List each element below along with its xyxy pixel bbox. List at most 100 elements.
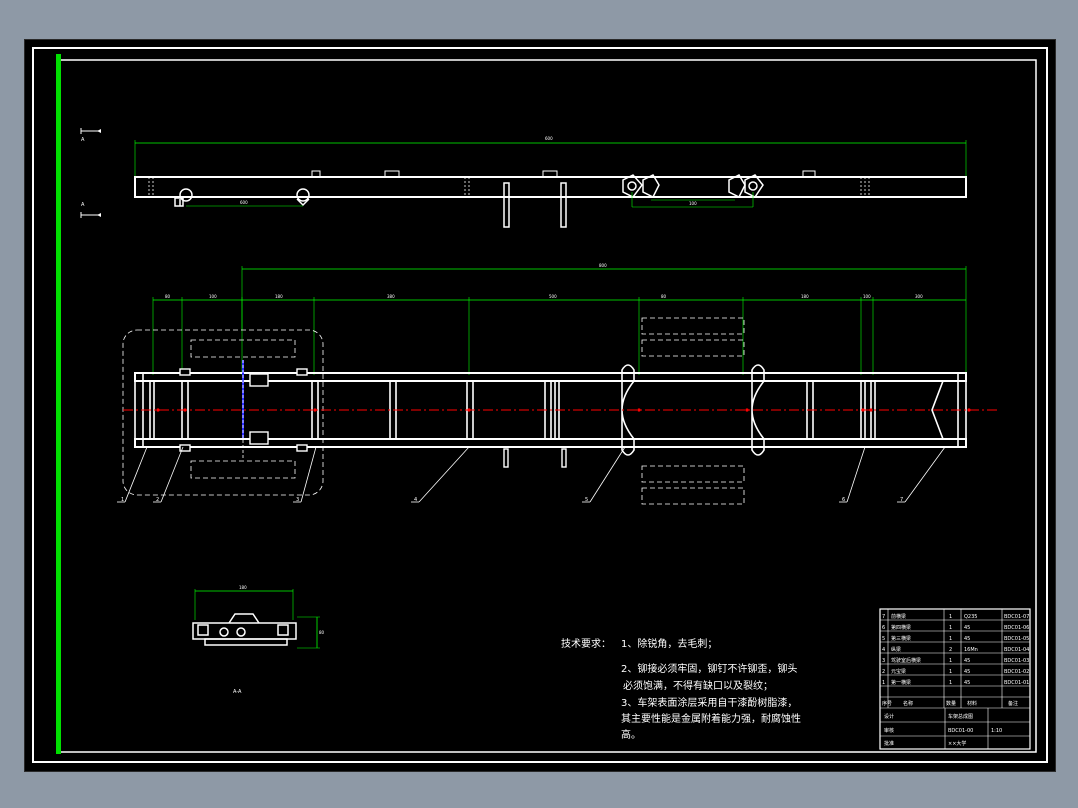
side-view: 600 600 100 — [134, 136, 967, 228]
bom-cell-code: BDC01-03 — [1004, 658, 1029, 664]
bom-cell-code: BDC01-04 — [1004, 647, 1029, 653]
bom-cell-material: 45 — [964, 636, 970, 642]
title-school: ××大学 — [948, 740, 966, 747]
plan-seg-dim-text: 100 — [863, 294, 871, 299]
bom-header-qty: 数量 — [946, 700, 956, 707]
callout-1: 1 — [121, 497, 124, 503]
bom-cell-material: 45 — [964, 625, 970, 631]
bom-cell-name: 第三横梁 — [891, 635, 911, 642]
callout-4: 4 — [414, 497, 417, 503]
bom-cell-material: 45 — [964, 680, 970, 686]
plan-seg-dim-text: 380 — [387, 294, 395, 299]
plan-callout-leaders — [117, 446, 946, 503]
bom-cell-name: 纵梁 — [891, 646, 901, 653]
cad-viewport[interactable]: A A 600 600 100 800 80 100 180 380 500 8… — [24, 39, 1056, 772]
bom-cell-name: 第四横梁 — [891, 624, 911, 631]
side-rear-hanger — [622, 174, 764, 199]
title-approver: 批准 — [884, 740, 894, 747]
bom-cell-code: BDC01-07 — [1004, 614, 1029, 620]
plan-seg-dim-text: 100 — [209, 294, 217, 299]
plan-seg-dim-text: 80 — [165, 294, 171, 299]
callout-5: 5 — [585, 497, 588, 503]
bom-header: 序号 名称 数量 材料 备注 — [882, 700, 1018, 707]
bom-cell-qty: 1 — [949, 658, 952, 664]
plan-seg-dim-text: 180 — [801, 294, 809, 299]
plan-seg-dim-text: 80 — [661, 294, 667, 299]
bom-cell-code: BDC01-05 — [1004, 636, 1029, 642]
plan-rear-wheel-outline — [641, 487, 745, 505]
bom-cell-no: 1 — [882, 680, 885, 686]
bom-cell-qty: 1 — [949, 680, 952, 686]
bom-cell-qty: 1 — [949, 636, 952, 642]
side-vertical-post — [560, 182, 567, 228]
title-drawing-name: 车架总成图 — [948, 713, 973, 720]
title-designer: 设计 — [884, 713, 894, 720]
tech-req-item3-line2: 其主要性能是金属附着能力强，耐腐蚀性 — [621, 712, 801, 725]
plan-rear-wheel-outline — [641, 465, 745, 483]
bom-cell-qty: 2 — [949, 647, 952, 653]
callout-2: 2 — [156, 497, 159, 503]
section-marker-top-label: A — [81, 137, 85, 143]
bom-cell-name: 驾驶室后横梁 — [891, 657, 921, 664]
bom-cell-code: BDC01-06 — [1004, 625, 1029, 631]
section-height-dim-text: 80 — [319, 630, 325, 635]
tech-req-item3-line1: 3、车架表面涂层采用自干漆酚树脂漆， — [621, 696, 797, 709]
bom-cell-qty: 1 — [949, 625, 952, 631]
bom-cell-no: 5 — [882, 636, 885, 642]
plan-dim-extension-lines — [152, 297, 874, 375]
side-overall-dim-text: 600 — [545, 136, 553, 141]
plan-post — [561, 448, 567, 468]
side-vertical-post — [503, 182, 510, 228]
plan-front-wheel-outline — [190, 460, 296, 479]
side-rear-axle-dim-text: 100 — [689, 201, 697, 206]
inner-sheet-border — [59, 59, 1037, 753]
bom-cell-code: BDC01-02 — [1004, 669, 1029, 675]
bom-cell-name: 元宝梁 — [891, 668, 906, 675]
tech-req-item1: 1、除锐角，去毛刺； — [621, 637, 717, 650]
outer-sheet-border — [32, 47, 1048, 763]
plan-post — [503, 448, 509, 468]
callout-3: 3 — [296, 497, 299, 503]
title-checker: 审核 — [884, 727, 894, 734]
bom-cell-no: 6 — [882, 625, 885, 631]
tech-req-item2-line2: 必须饱满，不得有缺口以及裂纹； — [623, 679, 773, 692]
plan-overall-dim-text: 800 — [599, 263, 607, 268]
title-drawing-code: BDC01-00 — [948, 728, 973, 734]
bom-cell-material: 45 — [964, 658, 970, 664]
plan-seg-dim-text: 500 — [549, 294, 557, 299]
callout-7: 7 — [900, 497, 903, 503]
tech-req-heading: 技术要求： — [561, 637, 611, 650]
bom-cell-no: 7 — [882, 614, 885, 620]
title-scale: 1:10 — [991, 728, 1002, 734]
bom-cell-material: Q235 — [964, 614, 977, 620]
section-width-dim-text: 180 — [239, 585, 247, 590]
callout-6: 6 — [842, 497, 845, 503]
left-green-margin-bar — [56, 54, 61, 754]
section-marker-top: A — [80, 128, 101, 143]
plan-rear-wheel-outline — [641, 317, 745, 335]
plan-rear-wheel-outline — [641, 339, 745, 357]
bom-cell-no: 3 — [882, 658, 885, 664]
plan-view: 800 80 100 180 380 500 80 180 100 300 1 … — [117, 263, 1000, 505]
bom-cell-material: 45 — [964, 669, 970, 675]
tech-req-item3-line3: 高。 — [621, 728, 641, 741]
bom-cell-qty: 1 — [949, 614, 952, 620]
bom-cell-no: 2 — [882, 669, 885, 675]
section-a-a: 180 80 A-A — [192, 585, 325, 695]
section-marker-bottom: A — [80, 202, 101, 218]
section-marker-bottom-label: A — [81, 202, 85, 208]
plan-front-wheel-outline — [190, 339, 296, 358]
section-profile — [192, 613, 297, 646]
plan-seg-dim-text: 300 — [915, 294, 923, 299]
side-front-axle-dim-text: 600 — [240, 200, 248, 205]
bom-header-no: 序号 — [882, 700, 892, 707]
bom-header-material: 材料 — [967, 700, 977, 707]
plan-seg-dim-text: 180 — [275, 294, 283, 299]
bom-header-code: 备注 — [1008, 700, 1018, 707]
bom-cell-qty: 1 — [949, 669, 952, 675]
bom-cell-name: 第一横梁 — [891, 679, 911, 686]
bom-header-name: 名称 — [903, 700, 913, 707]
tech-req-item2-line1: 2、铆接必须牢固，铆钉不许铆歪，铆头 — [621, 662, 797, 675]
bom-cell-name: 前横梁 — [891, 613, 906, 620]
bom-cell-code: BDC01-01 — [1004, 680, 1029, 686]
